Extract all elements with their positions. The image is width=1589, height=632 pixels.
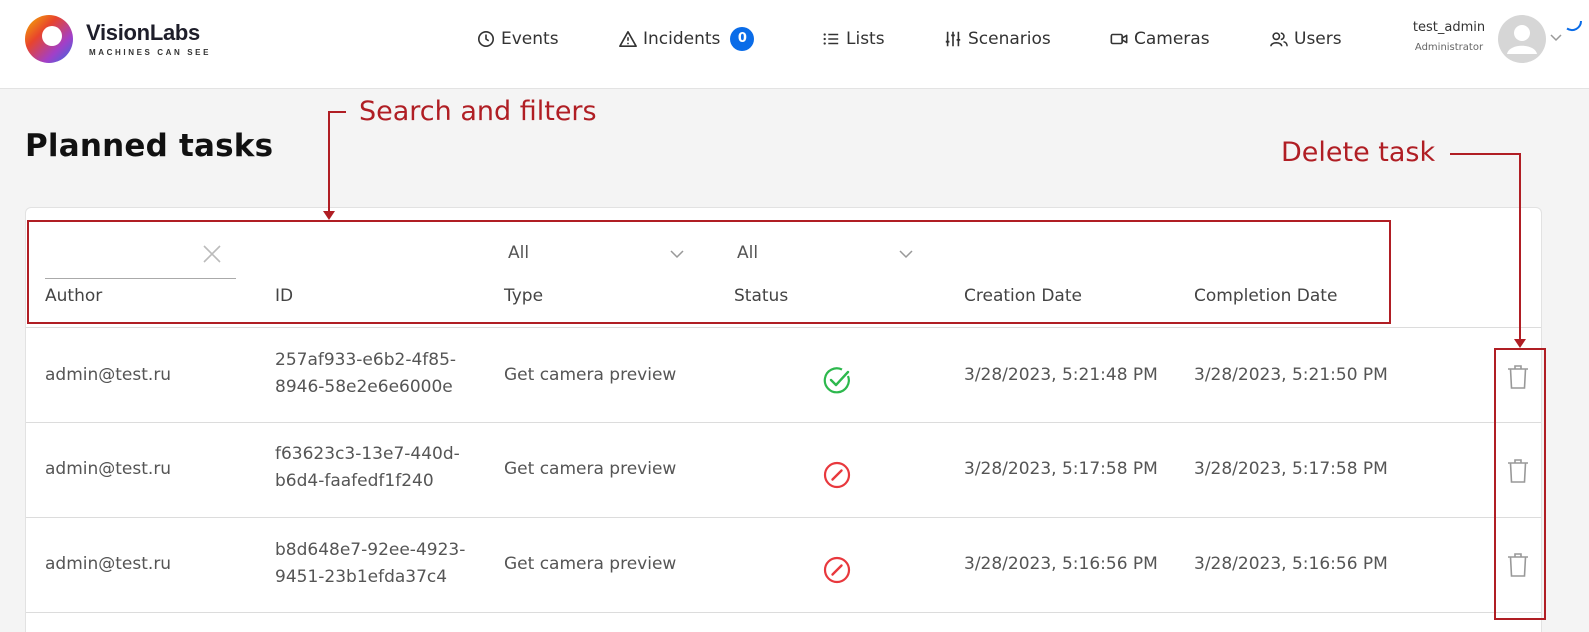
sliders-icon <box>945 31 961 47</box>
clock-icon <box>477 30 495 48</box>
warning-icon <box>619 30 637 48</box>
list-icon <box>823 33 839 45</box>
nav-cameras[interactable]: Cameras <box>1110 27 1210 51</box>
nav-lists-label: Lists <box>846 29 885 49</box>
annotation-search-filters: Search and filters <box>359 96 597 127</box>
chevron-down-icon[interactable] <box>1549 30 1563 44</box>
nav-incidents[interactable]: Incidents 0 <box>619 27 755 51</box>
incidents-count-badge: 0 <box>730 27 755 51</box>
logo[interactable]: VisionLabs MACHINES CAN SEE <box>24 14 234 66</box>
users-icon <box>1270 32 1288 47</box>
row-completion-date: 3/28/2023, 5:21:50 PM <box>1194 365 1388 385</box>
status-cancelled-icon <box>823 461 851 489</box>
row-author: admin@test.ru <box>45 365 172 385</box>
logo-mark-icon <box>25 15 73 63</box>
row-author: admin@test.ru <box>45 459 172 479</box>
nav-users-label: Users <box>1294 29 1342 49</box>
user-role: Administrator <box>1414 42 1484 53</box>
status-cancelled-icon <box>823 556 851 584</box>
row-id: f63623c3-13e7-440d-b6d4-faafedf1f240 <box>275 444 460 491</box>
annotation-filters-box <box>27 220 1391 324</box>
brand-tagline: MACHINES CAN SEE <box>89 48 212 57</box>
row-author: admin@test.ru <box>45 554 172 574</box>
annotation-delete-box <box>1494 348 1546 620</box>
brand-name: VisionLabs <box>86 20 200 45</box>
annotation-delete-task: Delete task <box>1281 137 1436 168</box>
row-completion-date: 3/28/2023, 5:16:56 PM <box>1194 554 1388 574</box>
nav-scenarios-label: Scenarios <box>968 29 1051 49</box>
nav-scenarios[interactable]: Scenarios <box>944 27 1051 51</box>
avatar[interactable] <box>1497 14 1547 64</box>
nav-lists[interactable]: Lists <box>822 27 885 51</box>
row-type: Get camera preview <box>504 554 677 574</box>
row-id: 257af933-e6b2-4f85-8946-58e2e6e6000e <box>275 350 457 397</box>
row-id: b8d648e7-92ee-4923-9451-23b1efda37c4 <box>275 540 466 587</box>
user-name: test_admin <box>1412 20 1486 35</box>
loading-spinner-icon <box>1566 20 1583 32</box>
nav-events[interactable]: Events <box>477 27 559 51</box>
nav-incidents-label: Incidents <box>643 29 721 49</box>
row-type: Get camera preview <box>504 365 677 385</box>
row-creation-date: 3/28/2023, 5:17:58 PM <box>964 459 1158 479</box>
row-creation-date: 3/28/2023, 5:16:56 PM <box>964 554 1158 574</box>
status-done-icon <box>823 367 850 394</box>
top-header: VisionLabs MACHINES CAN SEE Events Incid… <box>0 0 1589 89</box>
row-completion-date: 3/28/2023, 5:17:58 PM <box>1194 459 1388 479</box>
nav-cameras-label: Cameras <box>1134 29 1210 49</box>
nav-users[interactable]: Users <box>1270 27 1342 51</box>
row-type: Get camera preview <box>504 459 677 479</box>
page-title: Planned tasks <box>25 128 274 164</box>
row-creation-date: 3/28/2023, 5:21:48 PM <box>964 365 1158 385</box>
nav-events-label: Events <box>501 29 559 49</box>
video-camera-icon <box>1110 33 1128 45</box>
